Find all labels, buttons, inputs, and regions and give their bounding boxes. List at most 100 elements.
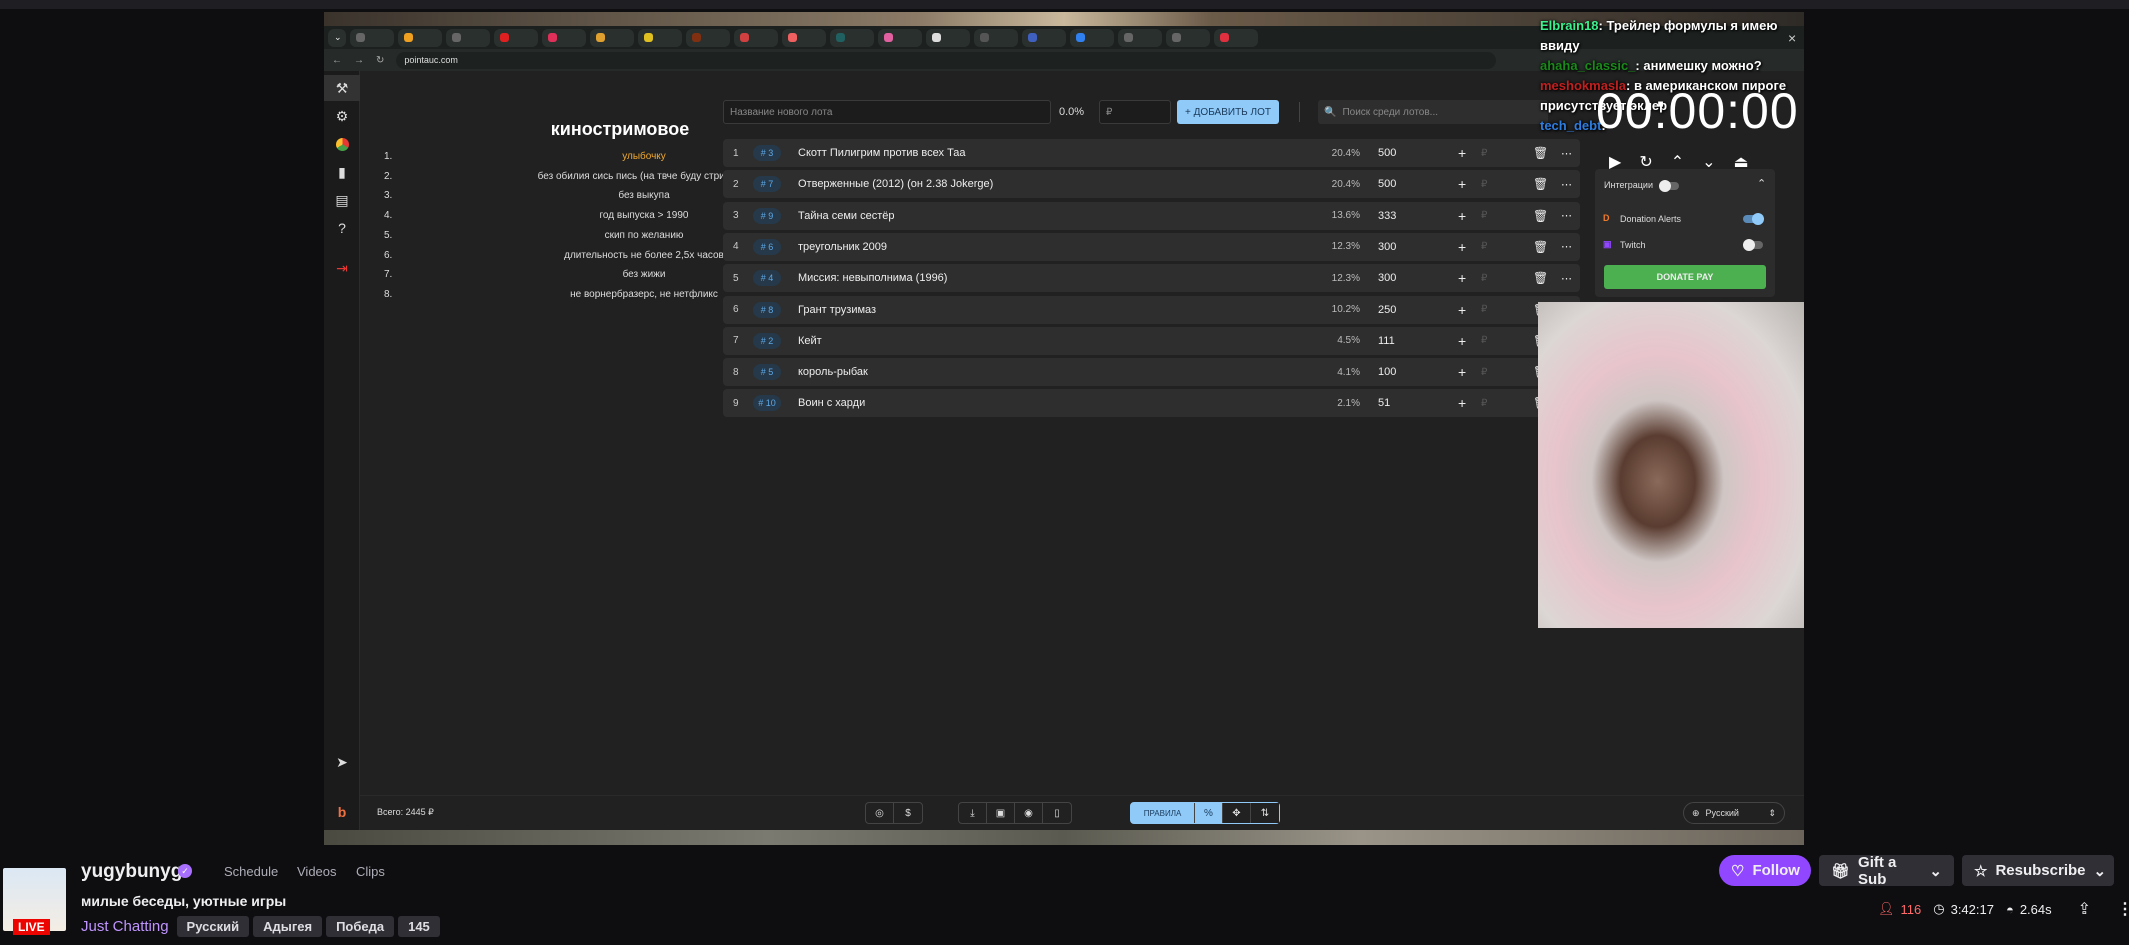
browser-tab[interactable] [494,28,538,47]
donation-alerts-toggle[interactable] [1743,213,1764,225]
channel-name[interactable]: yugybunyg [81,861,182,883]
add-amount-icon[interactable]: + [1458,170,1466,198]
lot-row[interactable]: 1 # 3 Скотт Пилигрим против всех Таа 20.… [723,139,1580,167]
more-dots-icon[interactable]: ⋯ [1561,170,1572,198]
delete-trash-icon[interactable]: 🗑︎ [1533,170,1548,198]
lot-name[interactable]: Отверженные (2012) (он 2.38 Jokerge) [798,170,993,198]
tag[interactable]: Русский [176,916,250,937]
add-amount-icon[interactable]: + [1458,139,1466,167]
delete-trash-icon[interactable]: 🗑︎ [1533,264,1548,292]
lot-row[interactable]: 8 # 5 король-рыбак 4.1% 100 + ₽ 🗑︎ ⋯ [723,358,1580,387]
search-lots-input[interactable]: 🔍 Поиск среди лотов... [1318,100,1548,124]
browser-tab[interactable] [926,28,970,47]
chat-username[interactable]: tech_debt [1540,118,1601,133]
add-amount-icon[interactable]: + [1458,202,1466,230]
wheel-pie-icon[interactable] [324,131,360,157]
browser-tab[interactable] [1214,28,1258,47]
logout-icon[interactable]: ⇥ [324,255,360,281]
ruble-input[interactable]: ₽ [1481,264,1487,292]
more-dots-icon[interactable]: ⋯ [1561,202,1572,230]
lot-name[interactable]: Скотт Пилигрим против всех Таа [798,139,966,167]
auction-gavel-icon[interactable]: ⚒ [324,75,360,101]
lot-row[interactable]: 2 # 7 Отверженные (2012) (он 2.38 Jokerg… [723,170,1580,199]
nav-videos[interactable]: Videos [297,864,337,879]
add-amount-icon[interactable]: + [1458,389,1466,417]
browser-tab[interactable] [350,28,394,47]
lot-name[interactable]: Тайна семи сестёр [798,202,895,230]
tab-list-button[interactable]: ⌄ [328,28,346,47]
browser-tab[interactable] [1022,28,1066,47]
delete-trash-icon[interactable]: 🗑︎ [1533,139,1548,167]
chat-username[interactable]: ahaha_classic_ [1540,58,1635,73]
browser-tab[interactable] [398,28,442,47]
browser-tab[interactable] [974,28,1018,47]
delete-trash-icon[interactable]: 🗑︎ [1533,233,1548,261]
percent-icon[interactable]: % [1195,803,1223,823]
browser-tab[interactable] [734,28,778,47]
add-amount-icon[interactable]: + [1458,358,1466,386]
ruble-input[interactable]: ₽ [1481,170,1487,198]
history-icon[interactable]: ◉ [1015,803,1043,823]
browser-tab[interactable] [782,28,826,47]
back-icon[interactable]: ← [332,55,342,66]
lot-name[interactable]: король-рыбак [798,358,868,386]
lot-row[interactable]: 7 # 2 Кейт 4.5% 111 + ₽ 🗑︎ ⋯ [723,326,1580,355]
delete-trash-icon[interactable]: 🗑︎ [1533,202,1548,230]
download-icon[interactable]: ⤓ [959,803,987,823]
lot-row[interactable]: 6 # 8 Грант трузимаз 10.2% 250 + ₽ 🗑︎ ⋯ [723,295,1580,324]
tag[interactable]: 145 [398,916,440,937]
tag[interactable]: Победа [326,916,395,937]
browser-tab[interactable] [1166,28,1210,47]
lot-name[interactable]: треугольник 2009 [798,233,887,261]
ruble-input[interactable]: ₽ [1481,327,1487,355]
move-icon[interactable]: ✥ [1223,803,1251,823]
lot-name[interactable]: Миссия: невыполнима (1996) [798,264,947,292]
github-icon[interactable]: ◎ [866,803,894,823]
browser-tab[interactable] [1118,28,1162,47]
integrations-toggle[interactable] [1659,180,1679,192]
tag[interactable]: Адыгея [253,916,323,937]
lot-row[interactable]: 5 # 4 Миссия: невыполнима (1996) 12.3% 3… [723,264,1580,293]
save-icon[interactable]: ▣ [987,803,1015,823]
add-amount-icon[interactable]: + [1458,264,1466,292]
rules-button[interactable]: ПРАВИЛА [1131,803,1195,823]
category-link[interactable]: Just Chatting [81,918,169,935]
telegram-icon[interactable]: ➤ [324,749,360,775]
language-select[interactable]: ⊕ Русский ⇕ [1683,802,1785,824]
new-lot-amount-input[interactable]: ₽ [1099,100,1171,124]
chat-username[interactable]: Elbrain18 [1540,18,1599,33]
add-lot-button[interactable]: + ДОБАВИТЬ ЛОТ [1177,100,1279,124]
address-bar[interactable]: pointauc.com [396,51,1497,69]
lot-name[interactable]: Воин с харди [798,389,865,417]
browser-tab[interactable] [590,28,634,47]
browser-tab[interactable] [878,28,922,47]
new-lot-name-input[interactable]: Название нового лота [723,100,1051,124]
settings-gear-icon[interactable]: ⚙ [324,103,360,129]
browser-tab[interactable] [638,28,682,47]
gift-sub-button[interactable]: 🎁︎ Gift a Sub ⌄ [1819,854,1954,888]
ruble-input[interactable]: ₽ [1481,296,1487,324]
sort-icon[interactable]: ⇅ [1251,803,1279,823]
lot-row[interactable]: 4 # 6 треугольник 2009 12.3% 300 + ₽ 🗑︎ … [723,232,1580,261]
add-amount-icon[interactable]: + [1458,296,1466,324]
lot-row[interactable]: 3 # 9 Тайна семи сестёр 13.6% 333 + ₽ 🗑︎… [723,201,1580,230]
browser-tab[interactable] [830,28,874,47]
ruble-input[interactable]: ₽ [1481,202,1487,230]
nav-schedule[interactable]: Schedule [224,864,278,879]
lot-name[interactable]: Грант трузимаз [798,296,876,324]
add-amount-icon[interactable]: + [1458,327,1466,355]
stats-bar-icon[interactable]: ▮ [324,159,360,185]
video-player[interactable]: ⌄ ← → ↻ pointauc.com ⚒ ⚙ ▮ ▤ ? ⇥ ➤ b кин… [324,12,1804,845]
coffee-icon[interactable]: ▯ [1043,803,1071,823]
add-amount-icon[interactable]: + [1458,233,1466,261]
share-icon[interactable]: ⇪ [2078,899,2091,919]
twitch-toggle[interactable] [1743,239,1763,251]
close-window-icon[interactable]: × [1788,30,1796,46]
more-dots-icon[interactable]: ⋯ [1561,139,1572,167]
ruble-input[interactable]: ₽ [1481,139,1487,167]
collapse-chevron-icon[interactable]: ⌃ [1757,177,1766,190]
donate-dollar-icon[interactable]: $ [894,803,922,823]
ruble-input[interactable]: ₽ [1481,358,1487,386]
lot-row[interactable]: 9 # 10 Воин с харди 2.1% 51 + ₽ 🗑︎ ⋯ [723,389,1580,418]
forward-icon[interactable]: → [354,55,364,66]
